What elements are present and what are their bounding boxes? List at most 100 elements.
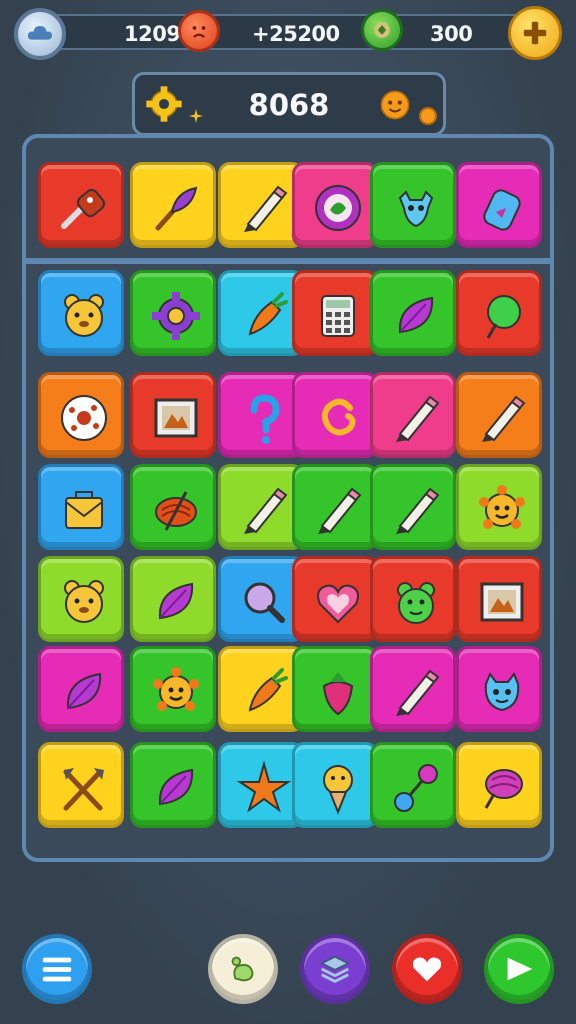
picture-icon [480, 582, 524, 622]
tile-6-3[interactable] [292, 742, 378, 828]
carrot-icon [248, 668, 288, 712]
menu-icon [42, 957, 72, 982]
tile-1-3[interactable] [292, 270, 378, 356]
icecream-icon [323, 765, 353, 815]
balloon-icon [486, 295, 521, 339]
tile-5-5[interactable] [456, 646, 542, 732]
tile-4-5[interactable] [456, 556, 542, 642]
leaf-icon [398, 296, 434, 334]
strawberry-icon [322, 672, 354, 716]
tile-0-5[interactable] [456, 162, 542, 248]
bottle-icon [483, 189, 521, 231]
tile-1-5[interactable] [456, 270, 542, 356]
tile-4-1[interactable] [130, 556, 216, 642]
sun-face-icon [479, 485, 525, 529]
tile-0-0[interactable] [38, 162, 124, 248]
question-icon [250, 394, 280, 444]
leaf-icon [158, 582, 194, 620]
brush-icon [155, 186, 198, 231]
layers-icon [319, 955, 351, 983]
resource-1-value: 1209 [124, 22, 181, 46]
tile-2-1[interactable] [130, 372, 216, 458]
picture-icon [154, 398, 198, 438]
leaf-icon [66, 672, 102, 710]
basket-icon [155, 491, 197, 531]
resource-bar: 1209 +25200 300 [30, 14, 550, 50]
pencil-icon [482, 395, 526, 442]
hint-button[interactable] [208, 934, 278, 1004]
tile-5-4[interactable] [370, 646, 456, 732]
leaf-icon [158, 768, 194, 806]
tile-2-3[interactable] [292, 372, 378, 458]
tile-6-0[interactable] [38, 742, 124, 828]
gear-icon [152, 292, 200, 340]
pencil-icon [396, 487, 440, 534]
tile-3-0[interactable] [38, 464, 124, 550]
layers-button[interactable] [300, 934, 370, 1004]
tile-3-3[interactable] [292, 464, 378, 550]
pencil-icon [396, 395, 440, 442]
monster-icon [484, 671, 520, 712]
tile-5-3[interactable] [292, 646, 378, 732]
lives-button[interactable] [392, 934, 462, 1004]
add-currency-button[interactable] [508, 6, 562, 60]
resource-2-value: +25200 [252, 22, 340, 46]
tile-2-5[interactable] [456, 372, 542, 458]
sun-face-icon [380, 90, 410, 120]
heart-icon [317, 584, 359, 624]
cloud-icon [27, 26, 52, 40]
tile-6-1[interactable] [130, 742, 216, 828]
tile-0-3[interactable] [292, 162, 378, 248]
envelope-bag-icon [65, 491, 103, 529]
hint-icon [231, 956, 254, 982]
menu-button[interactable] [22, 934, 92, 1004]
bear-icon [64, 580, 104, 623]
gem-icon [361, 9, 403, 51]
spiral-icon [321, 398, 356, 436]
tile-4-3[interactable] [292, 556, 378, 642]
magnifier-icon [244, 582, 285, 623]
heart-icon [412, 957, 442, 982]
bear-icon [64, 294, 104, 337]
board-divider [24, 258, 552, 264]
tile-3-4[interactable] [370, 464, 456, 550]
crossed-tools-icon [63, 768, 104, 811]
plus-icon [523, 21, 547, 45]
tile-1-4[interactable] [370, 270, 456, 356]
tile-3-5[interactable] [456, 464, 542, 550]
dumbbell-icon [394, 764, 438, 812]
pencil-icon [318, 487, 362, 534]
tile-0-1[interactable] [130, 162, 216, 248]
tile-6-4[interactable] [370, 742, 456, 828]
pencil-icon [396, 669, 440, 716]
tile-1-0[interactable] [38, 270, 124, 356]
tile-6-5[interactable] [456, 742, 542, 828]
tile-4-4[interactable] [370, 556, 456, 642]
star-icon [236, 760, 292, 813]
sun-face-icon [153, 667, 199, 711]
score-panel: 8068 [132, 72, 446, 136]
tile-3-1[interactable] [130, 464, 216, 550]
pencil-icon [244, 487, 288, 534]
resource-3-value: 300 [430, 22, 473, 46]
play-button[interactable] [484, 934, 554, 1004]
tile-2-4[interactable] [370, 372, 456, 458]
profile-button[interactable] [14, 8, 66, 60]
tile-5-0[interactable] [38, 646, 124, 732]
tile-5-1[interactable] [130, 646, 216, 732]
badge-leaf-icon [315, 185, 361, 231]
tile-1-1[interactable] [130, 270, 216, 356]
screwdriver-icon [61, 188, 106, 229]
creature-icon [398, 190, 434, 228]
tile-0-4[interactable] [370, 162, 456, 248]
pencil-icon [244, 185, 288, 232]
carrot-icon [248, 292, 288, 336]
tile-4-0[interactable] [38, 556, 124, 642]
tile-2-0[interactable] [38, 372, 124, 458]
mini-coin-icon [419, 107, 437, 125]
candy-icon [484, 769, 523, 809]
donut-icon [61, 395, 107, 441]
play-icon [507, 957, 533, 981]
frog-icon [397, 582, 435, 624]
sad-face-icon [178, 10, 220, 52]
